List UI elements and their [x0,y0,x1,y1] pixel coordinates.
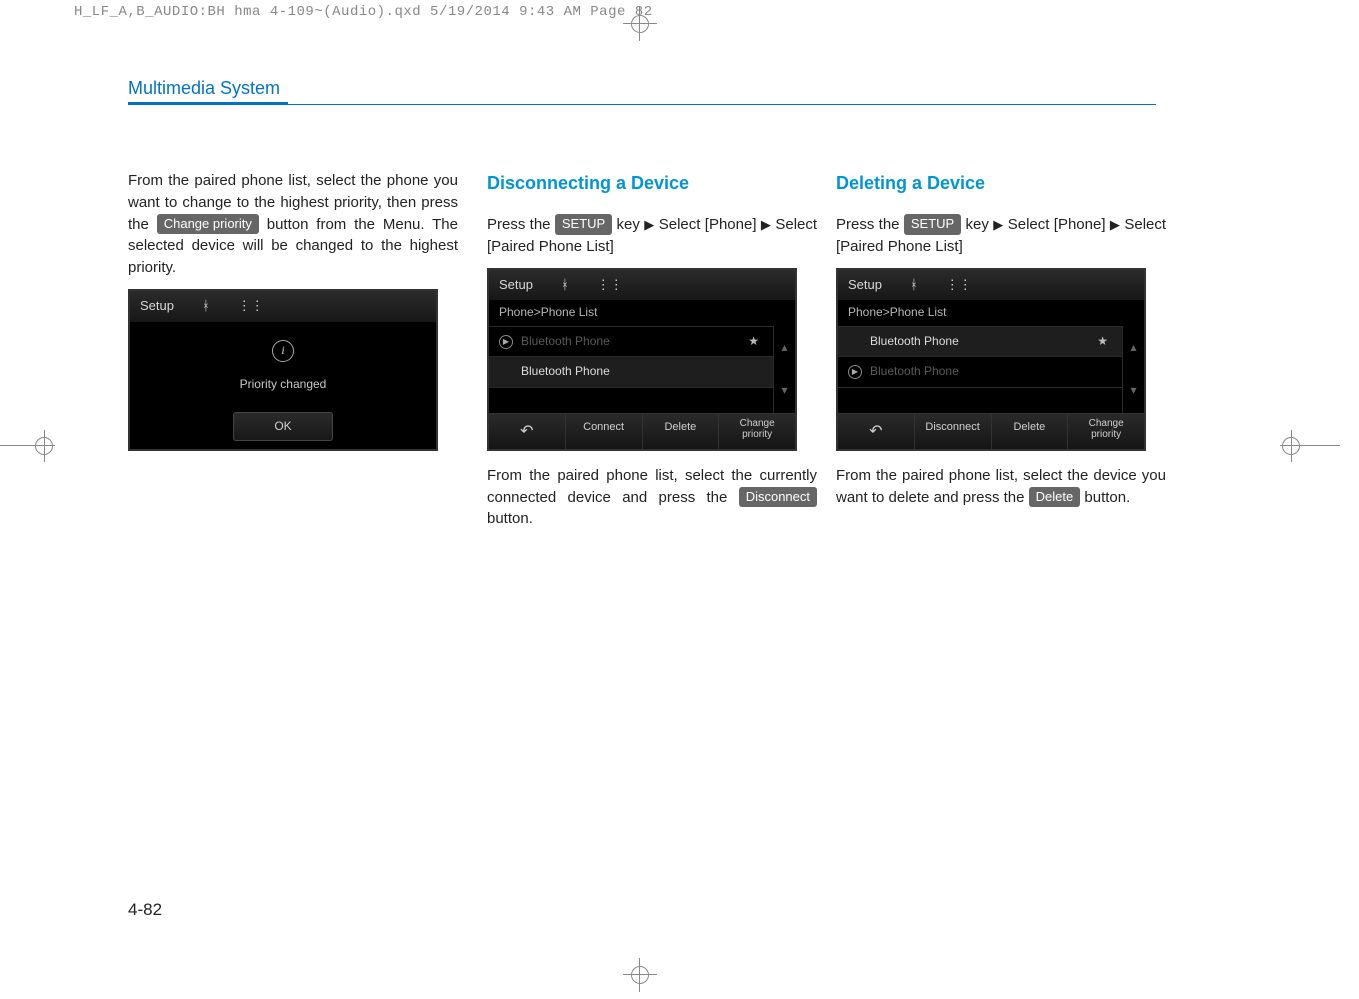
column-1: From the paired phone list, select the p… [128,170,458,465]
section-underline [128,102,1156,107]
arrow-icon: ▶ [993,217,1003,232]
scrollbar[interactable]: ▴ ▾ [773,326,795,413]
bluetooth-icon: ᚼ [910,276,918,295]
list-item-dim[interactable]: ▶ Bluetooth Phone ★ [489,326,773,356]
shot-bottom-bar: ↶ Connect Delete Change priority [489,413,795,449]
scroll-up-icon[interactable]: ▴ [1123,326,1144,369]
share-icon: ⋮⋮ [597,276,623,295]
play-icon: ▶ [848,365,862,379]
breadcrumb: Phone>Phone List [489,300,795,325]
delete-button[interactable]: Delete [642,414,719,449]
bluetooth-icon: ᚼ [202,297,210,316]
shot-topbar: Setup ᚼ ⋮⋮ [838,270,1144,301]
disconnect-button-label: Disconnect [739,487,817,508]
col2-press: Press the [487,216,555,233]
shot-topbar: Setup ᚼ ⋮⋮ [489,270,795,301]
list-item-dim[interactable]: ▶ Bluetooth Phone [838,356,1122,386]
scrollbar[interactable]: ▴ ▾ [1122,326,1144,413]
col2-after: From the paired phone list, select the c… [487,465,817,530]
breadcrumb: Phone>Phone List [838,300,1144,325]
registration-mark-bottom [625,960,655,990]
disconnect-button[interactable]: Disconnect [914,414,991,449]
list-item-label: Bluetooth Phone [521,363,610,380]
col2-sel1: Select [Phone] [659,216,757,233]
info-icon: i [272,340,294,362]
scroll-down-icon[interactable]: ▾ [1123,369,1144,412]
shot-setup-label: Setup [140,297,174,316]
disconnecting-heading: Disconnecting a Device [487,170,817,196]
scroll-up-icon[interactable]: ▴ [774,326,795,369]
ok-button[interactable]: OK [233,412,333,441]
setup-key-label: SETUP [904,214,961,235]
priority-changed-text: Priority changed [240,376,327,393]
list-item-selected[interactable]: Bluetooth Phone ★ [838,326,1122,356]
change-line2: priority [1091,429,1121,440]
registration-mark-top [625,9,655,39]
scroll-down-icon[interactable]: ▾ [774,369,795,412]
share-icon: ⋮⋮ [238,297,264,316]
change-priority-button[interactable]: Change priority [718,414,795,449]
col3-key: key [966,216,989,233]
registration-mark-right [1280,430,1340,462]
shot-setup-label: Setup [848,276,882,295]
change-line2: priority [742,429,772,440]
play-icon: ▶ [499,335,513,349]
col3-after-b: button. [1084,489,1130,506]
col2-key: key [617,216,640,233]
delete-button[interactable]: Delete [991,414,1068,449]
col1-paragraph: From the paired phone list, select the p… [128,170,458,279]
shot-topbar: Setup ᚼ ⋮⋮ [130,291,436,322]
arrow-icon: ▶ [644,217,654,232]
delete-button-label: Delete [1029,487,1081,508]
back-button[interactable]: ↶ [489,414,565,449]
col3-after: From the paired phone list, select the d… [836,465,1166,509]
list-item-selected[interactable]: Bluetooth Phone [489,356,773,386]
screenshot-priority-changed: Setup ᚼ ⋮⋮ i Priority changed OK [128,289,438,451]
back-button[interactable]: ↶ [838,414,914,449]
change-priority-button[interactable]: Change priority [1067,414,1144,449]
file-header-text: H_LF_A,B_AUDIO:BH hma 4-109~(Audio).qxd … [74,4,653,20]
col3-press: Press the [836,216,904,233]
column-2: Disconnecting a Device Press the SETUP k… [487,170,817,538]
list-item-empty [489,387,773,413]
list-item-label: Bluetooth Phone [870,333,959,350]
share-icon: ⋮⋮ [946,276,972,295]
arrow-icon: ▶ [761,217,771,232]
col3-sel1: Select [Phone] [1008,216,1106,233]
col3-instruction: Press the SETUP key ▶ Select [Phone] ▶ S… [836,214,1166,258]
list-item-label: Bluetooth Phone [870,363,959,380]
screenshot-phone-list-connect: Setup ᚼ ⋮⋮ Phone>Phone List ▶ Bluetooth … [487,268,797,451]
registration-mark-left [0,430,55,462]
list-item-empty [838,387,1122,413]
deleting-heading: Deleting a Device [836,170,1166,196]
arrow-icon: ▶ [1110,217,1120,232]
bluetooth-icon: ᚼ [561,276,569,295]
star-icon: ★ [1097,333,1112,350]
star-icon: ★ [748,333,763,350]
setup-key-label: SETUP [555,214,612,235]
col2-after-b: button. [487,510,533,527]
col2-instruction: Press the SETUP key ▶ Select [Phone] ▶ S… [487,214,817,258]
change-line1: Change [1089,418,1124,429]
change-line1: Change [740,418,775,429]
list-item-label: Bluetooth Phone [521,333,610,350]
connect-button[interactable]: Connect [565,414,642,449]
section-title: Multimedia System [128,78,280,99]
screenshot-phone-list-delete: Setup ᚼ ⋮⋮ Phone>Phone List Bluetooth Ph… [836,268,1146,451]
shot-bottom-bar: ↶ Disconnect Delete Change priority [838,413,1144,449]
shot-setup-label: Setup [499,276,533,295]
change-priority-button-label: Change priority [157,214,259,235]
column-3: Deleting a Device Press the SETUP key ▶ … [836,170,1166,516]
page-number: 4-82 [128,900,162,920]
